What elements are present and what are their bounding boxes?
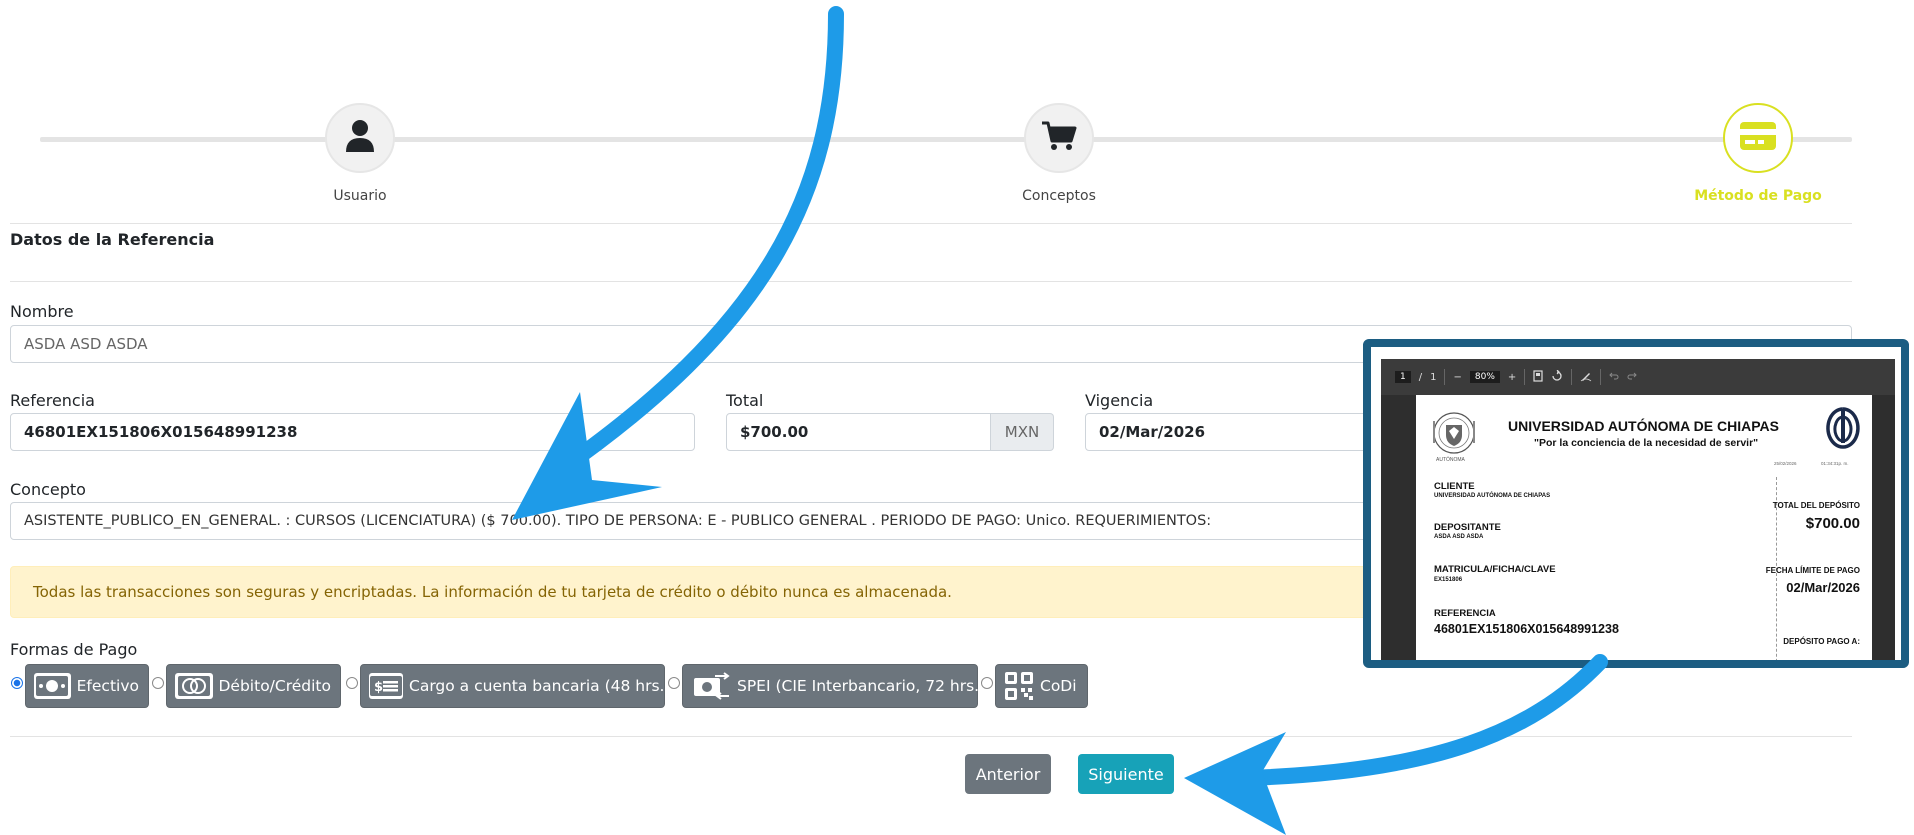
annotation-arrow-down: [512, 6, 844, 520]
annotation-arrow-right: [1184, 654, 1608, 835]
annotation-arrows: [512, 6, 1608, 835]
